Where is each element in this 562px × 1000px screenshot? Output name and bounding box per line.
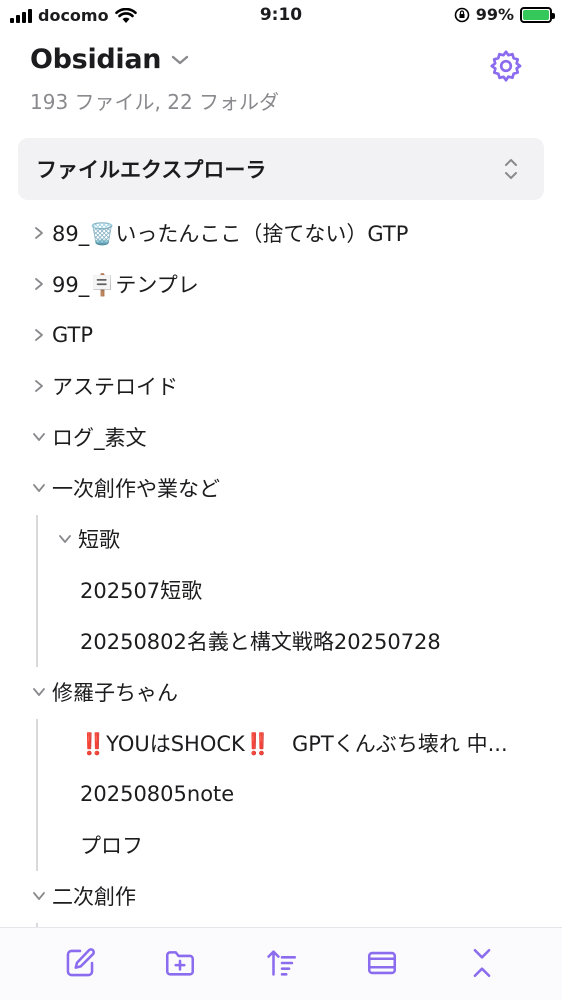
view-selector[interactable]: ファイルエクスプローラ — [18, 138, 544, 200]
indent-guide — [36, 719, 38, 871]
collapse-all-button[interactable] — [463, 944, 501, 982]
collapse-view-icon — [367, 951, 397, 975]
tree-item-label: 202507短歌 — [80, 578, 203, 603]
tree-file[interactable]: プロフ — [80, 819, 546, 870]
tree-folder-asteroid[interactable]: アステロイド — [26, 360, 546, 411]
tree-file[interactable]: 202507短歌 — [80, 564, 546, 615]
tree-folder-gtp[interactable]: GTP — [26, 309, 546, 360]
tree-item-label: 修羅子ちゃん — [52, 680, 178, 705]
collapse-all-icon — [473, 948, 491, 978]
tree-folder-shurako[interactable]: 修羅子ちゃん — [26, 666, 546, 717]
tree-item-label: 一次創作や業など — [52, 476, 220, 501]
new-note-icon — [66, 948, 95, 977]
chevron-down-icon — [172, 55, 189, 64]
tree-folder-original-works[interactable]: 一次創作や業など — [26, 462, 546, 513]
bottom-toolbar — [0, 927, 562, 1000]
tree-folder-tanka[interactable]: 短歌 — [52, 513, 546, 564]
tree-item-label: 89_🗑️いったんここ（捨てない）GTP — [52, 221, 409, 246]
tree-item-label: ‼️YOUはSHOCK‼️ GPTくんぶち壊れ 中... — [80, 731, 508, 756]
vault-stats: 193 ファイル, 22 フォルダ — [30, 90, 280, 114]
status-bar: docomo 9:10 99% — [0, 0, 562, 32]
chevron-down-icon[interactable] — [26, 475, 52, 501]
collapse-view-button[interactable] — [363, 944, 401, 982]
chevron-right-icon[interactable] — [26, 271, 52, 297]
chevron-right-icon[interactable] — [26, 322, 52, 348]
tree-folder-99[interactable]: 99_🪧テンプレ — [26, 258, 546, 309]
sort-icon — [267, 950, 297, 976]
vault-name: Obsidian — [30, 44, 162, 75]
tree-item-label: 20250802名義と構文戦略20250728 — [80, 629, 441, 654]
tree-item-label: アステロイド — [52, 374, 178, 399]
chevron-right-icon[interactable] — [26, 220, 52, 246]
tree-file[interactable]: 20250802名義と構文戦略20250728 — [80, 615, 546, 666]
tree-item-label: GTP — [52, 322, 94, 347]
tree-file[interactable]: ‼️YOUはSHOCK‼️ GPTくんぶち壊れ 中... — [80, 717, 520, 768]
battery-icon — [520, 6, 555, 23]
new-folder-button[interactable] — [161, 944, 199, 982]
tree-file[interactable]: 20250805note — [80, 768, 546, 819]
chevron-right-icon[interactable] — [26, 373, 52, 399]
view-selector-label: ファイルエクスプローラ — [36, 158, 267, 182]
chevron-down-icon[interactable] — [26, 424, 52, 450]
tree-folder-fan-works[interactable]: 二次創作 — [26, 870, 546, 921]
vault-switcher[interactable]: Obsidian — [30, 44, 189, 75]
tree-item-label: 99_🪧テンプレ — [52, 272, 199, 297]
settings-button[interactable] — [488, 48, 524, 84]
gear-icon — [490, 50, 522, 82]
indent-guide — [36, 515, 38, 667]
sort-button[interactable] — [263, 944, 301, 982]
new-folder-icon — [165, 951, 195, 976]
tree-folder-89[interactable]: 89_🗑️いったんここ（捨てない）GTP — [26, 207, 546, 258]
chevron-down-icon[interactable] — [52, 526, 78, 552]
chevron-updown-icon — [505, 159, 517, 179]
tree-item-label: ログ_素文 — [52, 425, 147, 450]
battery-area: 99% — [454, 5, 555, 24]
tree-item-label: 短歌 — [78, 527, 120, 552]
tree-item-label: 二次創作 — [52, 884, 136, 909]
tree-folder-log[interactable]: ログ_素文 — [26, 411, 546, 462]
chevron-down-icon[interactable] — [26, 883, 52, 909]
new-note-button[interactable] — [61, 944, 99, 982]
tree-item-label: プロフ — [80, 833, 143, 858]
tree-item-label: 20250805note — [80, 781, 235, 806]
chevron-down-icon[interactable] — [26, 679, 52, 705]
orientation-lock-icon — [454, 7, 470, 22]
battery-percent: 99% — [475, 5, 514, 24]
